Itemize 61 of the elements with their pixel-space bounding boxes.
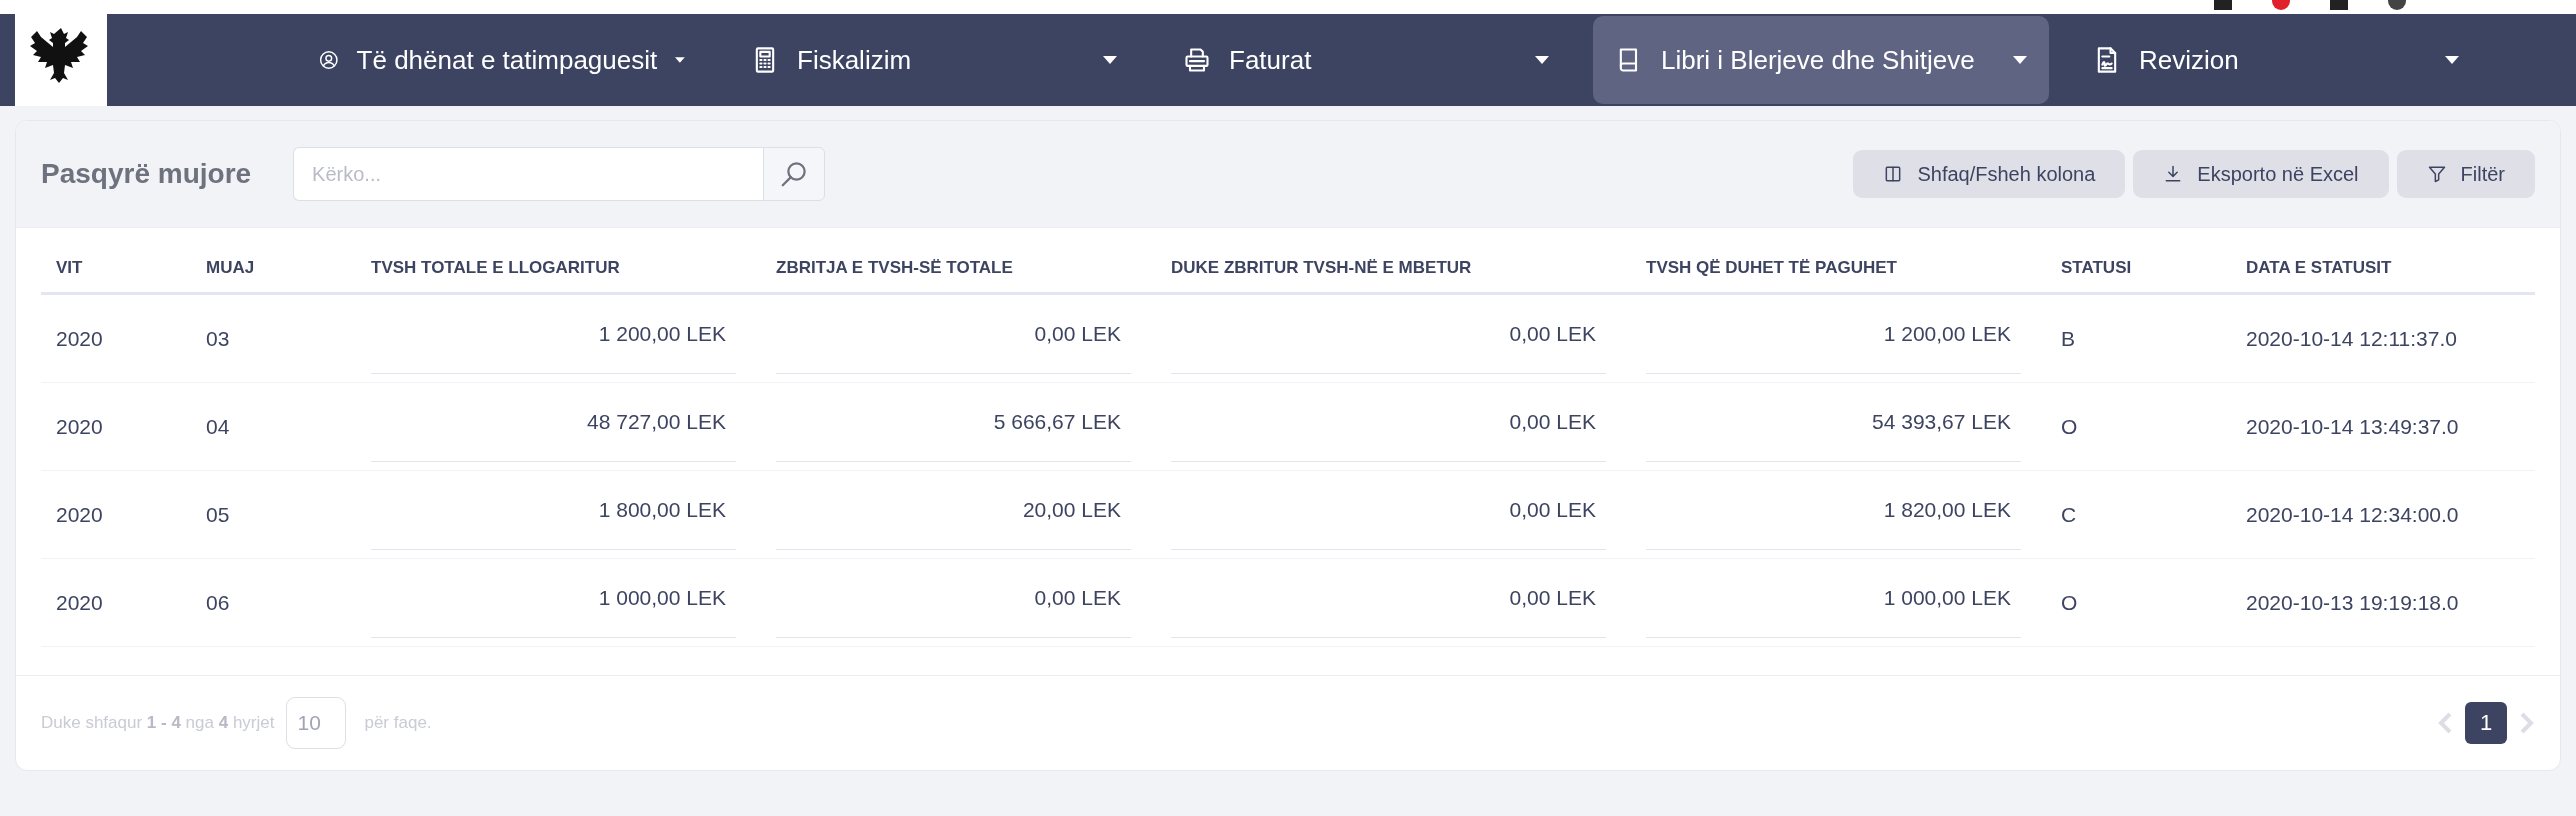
previous-page-icon[interactable] xyxy=(2437,711,2453,735)
search-button[interactable] xyxy=(763,147,826,201)
amount-cell: 0,00 LEK xyxy=(776,559,1131,638)
amount-cell: 5 666,67 LEK xyxy=(776,383,1131,462)
caret-icon xyxy=(2013,56,2027,64)
table-cell: 2020-10-13 19:19:18.0 xyxy=(2231,559,2535,647)
nav-menu-item[interactable]: Revizion xyxy=(2071,16,2481,104)
amount-cell: 20,00 LEK xyxy=(776,471,1131,550)
toolbar-button[interactable]: Shfaq/Fsheh kolona xyxy=(1853,150,2126,198)
caret-icon xyxy=(2445,56,2459,64)
amount-cell: 0,00 LEK xyxy=(1171,383,1606,462)
table-cell: O xyxy=(2046,559,2231,647)
table-cell: O xyxy=(2046,383,2231,471)
table-cell: B xyxy=(2046,295,2231,383)
nav-menu-item[interactable]: Libri i Blerjeve dhe Shitjeve xyxy=(1593,16,2049,104)
amount-cell: 48 727,00 LEK xyxy=(371,383,736,462)
column-header: MUAJ xyxy=(191,228,356,295)
nav-menu-item[interactable]: Faturat xyxy=(1161,16,1571,104)
nav-menu-item[interactable]: Të dhënat e tatimpaguesit xyxy=(297,16,707,104)
amount-cell: 1 000,00 LEK xyxy=(1646,559,2021,638)
amount-cell: 0,00 LEK xyxy=(1171,295,1606,374)
page-button[interactable]: 1 xyxy=(2465,702,2507,744)
amount-cell: 1 800,00 LEK xyxy=(371,471,736,550)
column-header: DATA E STATUSIT xyxy=(2231,228,2535,295)
amount-cell: 1 200,00 LEK xyxy=(371,295,736,374)
column-header: TVSH QË DUHET TË PAGUHET xyxy=(1631,228,2046,295)
table-cell: 2020 xyxy=(41,559,191,647)
table-cell: C xyxy=(2046,471,2231,559)
table-cell: 03 xyxy=(191,295,356,383)
toolbar-button[interactable]: Filtër xyxy=(2396,150,2535,198)
column-header: VIT xyxy=(41,228,191,295)
column-header: ZBRITJA E TVSH-SË TOTALE xyxy=(761,228,1156,295)
table-cell: 04 xyxy=(191,383,356,471)
table-cell: 2020-10-14 13:49:37.0 xyxy=(2231,383,2535,471)
column-header: TVSH TOTALE E LLOGARITUR xyxy=(356,228,761,295)
panel-title: Pasqyrë mujore xyxy=(41,158,252,190)
table-cell: 05 xyxy=(191,471,356,559)
amount-cell: 0,00 LEK xyxy=(776,295,1131,374)
table-cell: 2020-10-14 12:11:37.0 xyxy=(2231,295,2535,383)
table-cell: 06 xyxy=(191,559,356,647)
search-field[interactable]: Kërko... xyxy=(293,147,764,201)
amount-cell: 1 200,00 LEK xyxy=(1646,295,2021,374)
toolbar-button[interactable]: Eksporto në Excel xyxy=(2133,150,2389,198)
next-page-icon[interactable] xyxy=(2519,711,2535,735)
column-header: STATUSI xyxy=(2046,228,2231,295)
caret-icon xyxy=(1103,56,1117,64)
nav-menu-item[interactable]: Fiskalizim xyxy=(729,16,1139,104)
column-header: DUKE ZBRITUR TVSH-NË E MBETUR xyxy=(1156,228,1631,295)
caret-icon xyxy=(675,56,685,64)
amount-cell: 1 820,00 LEK xyxy=(1646,471,2021,550)
amount-cell: 54 393,67 LEK xyxy=(1646,383,2021,462)
filter-icon xyxy=(2426,164,2447,184)
table-cell: 2020 xyxy=(41,383,191,471)
table-cell: 2020-10-14 12:34:00.0 xyxy=(2231,471,2535,559)
amount-cell: 0,00 LEK xyxy=(1171,559,1606,638)
amount-cell: 1 000,00 LEK xyxy=(371,559,736,638)
table-cell: 2020 xyxy=(41,471,191,559)
printer-icon xyxy=(1183,46,1211,74)
table-cell: 2020 xyxy=(41,295,191,383)
caret-icon xyxy=(1535,56,1549,64)
amount-cell: 0,00 LEK xyxy=(1171,471,1606,550)
